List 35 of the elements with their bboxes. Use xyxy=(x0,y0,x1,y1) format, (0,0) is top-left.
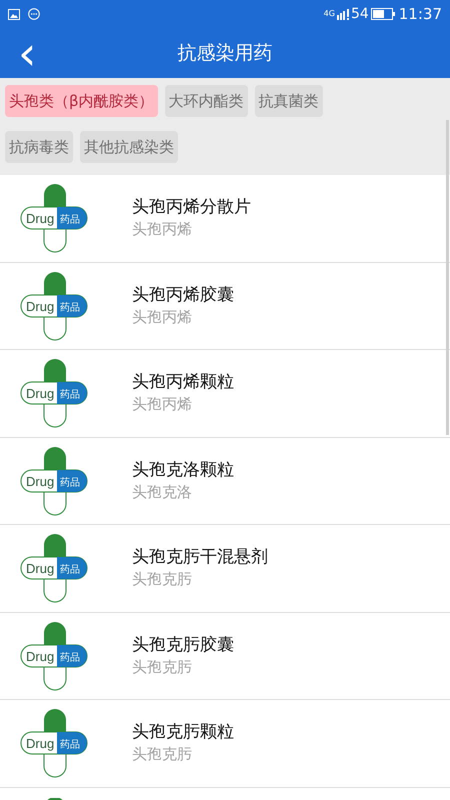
network-label: 4G xyxy=(324,8,335,20)
drug-generic-name: 头孢克肟 xyxy=(132,744,193,766)
drug-generic-name: 头孢丙烯 xyxy=(132,394,193,416)
back-button[interactable]: ‹ xyxy=(10,28,44,78)
clock: 11:37 xyxy=(398,4,442,25)
drug-logo: Drug 药品 xyxy=(20,270,90,341)
drug-generic-name: 头孢克洛 xyxy=(132,482,193,503)
category-tab[interactable]: 头孢类（β内酰胺类） xyxy=(5,85,158,117)
drug-name: 头孢克肟干混悬剂 xyxy=(132,546,268,568)
drug-name: 头孢克肟胶囊 xyxy=(132,634,234,656)
drug-logo: Drug 药品 xyxy=(20,446,90,516)
drug-logo: Drug 药品 xyxy=(20,533,90,604)
drug-generic-name: 头孢丙烯 xyxy=(132,306,193,328)
image-icon xyxy=(8,8,20,20)
drug-logo: Drug 药品 xyxy=(20,708,90,778)
more-icon xyxy=(28,8,40,20)
drug-generic-name: 头孢克肟 xyxy=(132,656,193,678)
drug-logo: Drug 药品 xyxy=(20,183,90,254)
drug-generic-name: 头孢丙烯 xyxy=(132,219,193,240)
drug-logo: Drug 药品 xyxy=(20,358,90,428)
drug-name: 头孢克洛颗粒 xyxy=(132,458,234,481)
drug-logo: Drug 药品 xyxy=(20,620,90,691)
drug-name: 头孢丙烯分散片 xyxy=(132,196,251,218)
drug-name: 头孢丙烯胶囊 xyxy=(132,284,234,306)
battery-icon xyxy=(370,8,395,20)
drug-name: 头孢克肟颗粒 xyxy=(132,721,234,744)
category-tab[interactable]: 抗病毒类 xyxy=(5,131,73,163)
signal-icon xyxy=(336,8,349,20)
page-title: 抗感染用药 xyxy=(178,40,272,66)
drug-generic-name: 头孢克肟 xyxy=(132,569,193,590)
drug-name: 头孢丙烯颗粒 xyxy=(132,371,234,394)
category-tab[interactable]: 大环内酯类 xyxy=(164,85,248,117)
category-tab[interactable]: 抗真菌类 xyxy=(254,85,323,117)
category-tab[interactable]: 其他抗感染类 xyxy=(80,131,178,163)
battery-level: 54 xyxy=(350,4,369,24)
